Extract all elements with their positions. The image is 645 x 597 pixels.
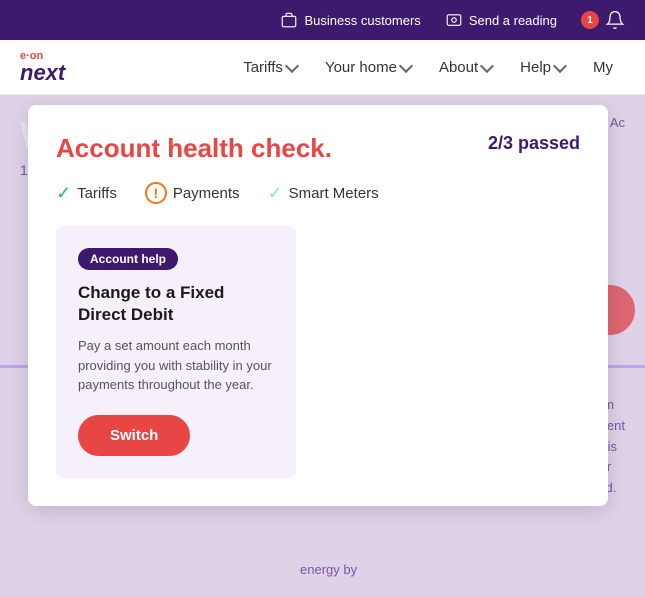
- smart-meters-check-icon: ✓: [268, 183, 283, 204]
- nav-items: Tariffs Your home About Help My: [231, 51, 625, 84]
- page-background: We 192 G Ac t paym payment ment is s aft…: [0, 95, 645, 597]
- modal-header: Account health check. 2/3 passed: [56, 133, 580, 164]
- briefcase-icon: [280, 11, 298, 29]
- notifications-link[interactable]: 1: [581, 10, 625, 30]
- utility-bar: Business customers Send a reading 1: [0, 0, 645, 40]
- bell-icon: [605, 10, 625, 30]
- nav-help[interactable]: Help: [508, 51, 577, 84]
- nav-your-home[interactable]: Your home: [313, 51, 423, 84]
- passed-badge: 2/3 passed: [488, 133, 580, 154]
- health-item-smart-meters: ✓ Smart Meters: [268, 183, 379, 204]
- your-home-chevron-icon: [399, 58, 413, 72]
- health-item-tariffs: ✓ Tariffs: [56, 183, 117, 204]
- modal-title: Account health check.: [56, 133, 332, 164]
- smart-meters-health-label: Smart Meters: [289, 185, 379, 202]
- card-tag: Account help: [78, 248, 178, 270]
- notification-badge: 1: [581, 11, 599, 29]
- health-items: ✓ Tariffs ! Payments ✓ Smart Meters: [56, 182, 580, 204]
- nav-tariffs[interactable]: Tariffs: [231, 51, 309, 84]
- card-title: Change to a Fixed Direct Debit: [78, 282, 274, 326]
- switch-button[interactable]: Switch: [78, 415, 190, 456]
- business-customers-link[interactable]: Business customers: [280, 11, 420, 29]
- payments-warn-icon: !: [145, 182, 167, 204]
- payments-health-label: Payments: [173, 185, 240, 202]
- about-chevron-icon: [480, 58, 494, 72]
- tariffs-check-icon: ✓: [56, 183, 71, 204]
- nav-about[interactable]: About: [427, 51, 504, 84]
- tariffs-chevron-icon: [285, 58, 299, 72]
- send-reading-link[interactable]: Send a reading: [445, 11, 557, 29]
- meter-icon: [445, 11, 463, 29]
- logo-next: next: [20, 62, 65, 84]
- tariffs-health-label: Tariffs: [77, 185, 117, 202]
- nav-my[interactable]: My: [581, 51, 625, 84]
- card-description: Pay a set amount each month providing yo…: [78, 336, 274, 395]
- account-help-card: Account help Change to a Fixed Direct De…: [56, 226, 296, 478]
- logo[interactable]: e·on next: [20, 51, 65, 84]
- health-item-payments: ! Payments: [145, 182, 240, 204]
- help-chevron-icon: [553, 58, 567, 72]
- send-reading-label: Send a reading: [469, 13, 557, 28]
- main-nav: e·on next Tariffs Your home About Help M…: [0, 40, 645, 95]
- account-health-modal: Account health check. 2/3 passed ✓ Tarif…: [28, 105, 608, 506]
- business-customers-label: Business customers: [304, 13, 420, 28]
